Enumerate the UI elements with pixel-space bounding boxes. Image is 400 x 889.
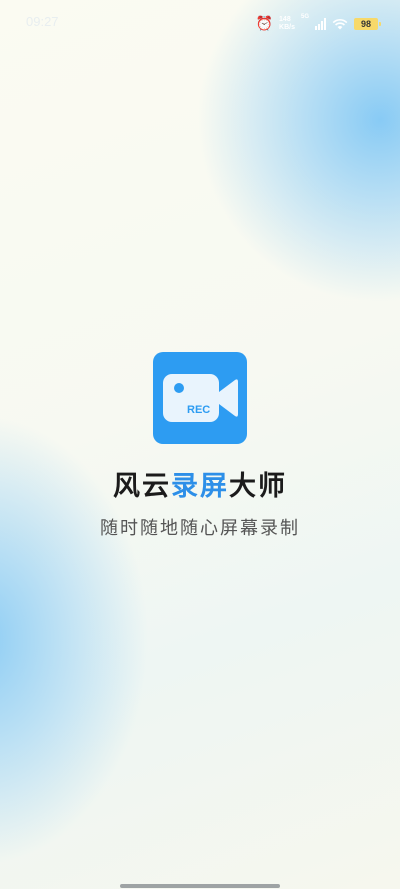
network-speed-value: 148 [279, 16, 291, 23]
network-type: 5G [300, 14, 309, 20]
battery-indicator: 98 [354, 18, 381, 30]
app-logo: REC [153, 352, 247, 444]
rec-label: REC [187, 404, 211, 416]
app-title-part3: 大师 [229, 471, 287, 502]
camera-lens-icon [219, 379, 238, 417]
status-time: 09:27 [26, 14, 59, 29]
alarm-clock-icon: ⏰ [255, 16, 274, 32]
network-speed: 148 KB/s [279, 16, 295, 32]
wifi-icon [332, 18, 348, 30]
camera-body: REC [163, 374, 219, 422]
app-title-part1: 风云 [113, 471, 171, 502]
app-title: 风云录屏大师 [0, 464, 400, 503]
app-title-accent: 录屏 [171, 471, 229, 502]
home-indicator[interactable] [120, 884, 280, 888]
camera-dot [174, 383, 184, 393]
status-icons: ⏰ 148 KB/s 5G 98 [255, 12, 381, 36]
video-camera-rec-icon: REC [153, 352, 247, 444]
network-speed-unit: KB/s [279, 24, 295, 31]
app-subtitle: 随时随地随心屏幕录制 [100, 518, 300, 539]
status-bar: 09:27 ⏰ 148 KB/s 5G 98 [0, 0, 400, 46]
signal-bars-icon [315, 18, 326, 30]
